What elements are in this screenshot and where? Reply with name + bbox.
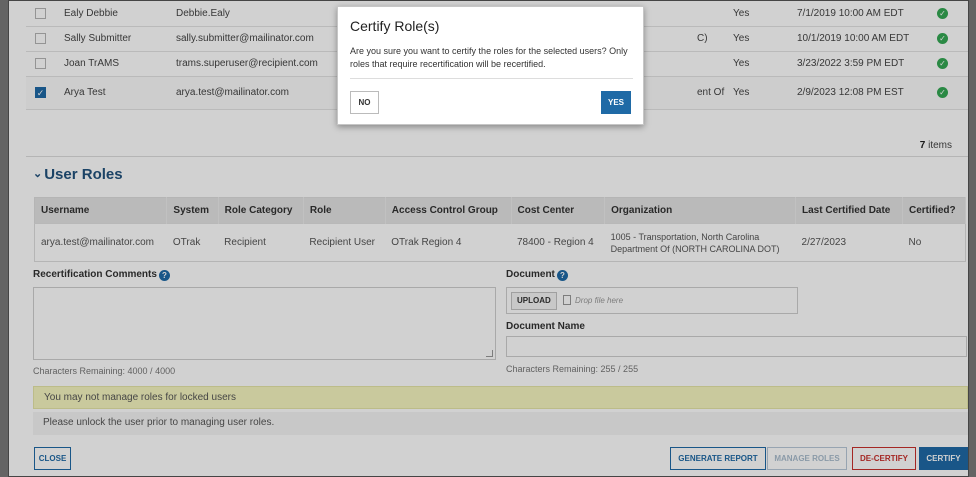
comments-label: Recertification Comments? xyxy=(33,269,170,281)
org-line-1: 1005 - Transportation, North Carolina xyxy=(610,231,760,242)
modal-no-button[interactable]: NO xyxy=(350,91,379,114)
comments-label-text: Recertification Comments xyxy=(33,269,157,280)
cell-username: Debbie.Ealy xyxy=(176,1,360,27)
cell-icon: ✓ xyxy=(933,1,968,27)
cell-username: arya.test@mailinator.com xyxy=(34,223,167,262)
column-header[interactable]: Role xyxy=(303,197,386,224)
cell-name: Joan TrAMS xyxy=(64,51,176,77)
document-label-text: Document xyxy=(506,269,555,280)
document-label: Document? xyxy=(506,269,568,281)
cell-active: Yes xyxy=(733,26,797,52)
cell-role-category: Recipient xyxy=(218,223,304,262)
document-name-label: Document Name xyxy=(506,321,585,332)
drop-hint: Drop file here xyxy=(563,295,623,305)
cell-organization-partial xyxy=(697,51,733,77)
cell-organization: 1005 - Transportation, North Carolina Dep… xyxy=(604,223,796,262)
cell-last-login: 2/9/2023 12:08 PM EST xyxy=(797,76,933,110)
row-checkbox[interactable] xyxy=(35,57,46,69)
document-name-input[interactable] xyxy=(506,336,967,357)
check-circle-icon: ✓ xyxy=(937,58,948,69)
cell-last-login: 7/1/2019 10:00 AM EDT xyxy=(797,1,933,27)
cell-role: Recipient User xyxy=(303,223,386,262)
file-icon xyxy=(563,295,571,305)
locked-user-note: Please unlock the user prior to managing… xyxy=(33,412,968,435)
cell-system: OTrak xyxy=(166,223,219,262)
check-circle-icon: ✓ xyxy=(937,86,948,98)
cell-name: Sally Submitter xyxy=(64,26,176,52)
org-line-2: Department Of (NORTH CAROLINA DOT) xyxy=(610,243,780,254)
modal-yes-button[interactable]: YES xyxy=(601,91,631,114)
cell-name: Ealy Debbie xyxy=(64,1,176,27)
cell-access-control-group: OTrak Region 4 xyxy=(385,223,511,262)
cell-cost-center: 78400 - Region 4 xyxy=(511,223,605,262)
certify-roles-modal: Certify Role(s) Are you sure you want to… xyxy=(337,6,644,125)
items-count: 7 items xyxy=(26,131,968,157)
column-header[interactable]: Certified? xyxy=(902,197,967,224)
decertify-button[interactable]: DE-CERTIFY xyxy=(852,447,916,470)
modal-divider xyxy=(350,78,633,79)
close-button[interactable]: CLOSE xyxy=(34,447,71,470)
modal-title: Certify Role(s) xyxy=(350,18,440,34)
cell-username: trams.superuser@recipient.com xyxy=(176,51,360,77)
chevron-down-icon: ⌄ xyxy=(33,168,43,180)
row-checkbox[interactable]: ✓ xyxy=(35,86,46,98)
row-checkbox[interactable] xyxy=(35,32,46,44)
cell-icon: ✓ xyxy=(933,26,968,52)
cell-active: Yes xyxy=(733,76,797,110)
check-circle-icon: ✓ xyxy=(937,33,948,44)
drop-hint-text: Drop file here xyxy=(575,296,624,305)
cell-last-login: 10/1/2019 10:00 AM EDT xyxy=(797,26,933,52)
help-icon[interactable]: ? xyxy=(158,270,170,281)
manage-roles-button[interactable]: MANAGE ROLES xyxy=(767,447,847,470)
locked-user-warning: You may not manage roles for locked user… xyxy=(33,386,968,409)
comments-textarea[interactable] xyxy=(33,287,496,360)
cell-icon xyxy=(26,26,64,52)
items-count-suffix: items xyxy=(925,140,952,151)
row-checkbox[interactable] xyxy=(35,7,46,19)
user-roles-table: Username System Role Category Role Access Co… xyxy=(34,197,967,262)
column-header[interactable]: Access Control Group xyxy=(385,197,512,224)
cell-last-login: 3/23/2022 3:59 PM EDT xyxy=(797,51,933,77)
cell-icon xyxy=(26,1,64,27)
cell-icon: ✓ xyxy=(933,51,968,77)
document-dropzone[interactable]: UPLOAD Drop file here xyxy=(506,287,798,314)
comments-remaining: Characters Remaining: 4000 / 4000 xyxy=(33,366,176,376)
cell-username: arya.test@mailinator.com xyxy=(176,76,360,110)
column-header[interactable]: Username xyxy=(34,197,168,224)
help-icon[interactable]: ? xyxy=(556,270,568,281)
column-header[interactable]: System xyxy=(166,197,219,224)
cell-certified: No xyxy=(902,223,966,262)
modal-message: Are you sure you want to certify the rol… xyxy=(350,46,628,69)
cell-icon: ✓ xyxy=(26,76,64,110)
certify-button[interactable]: CERTIFY xyxy=(919,447,968,470)
column-header[interactable]: Role Category xyxy=(218,197,304,224)
cell-icon xyxy=(26,51,64,77)
user-roles-title: User Roles xyxy=(44,166,123,183)
cell-organization-partial: C) xyxy=(697,26,733,52)
cell-icon: ✓ xyxy=(933,76,968,110)
cell-organization-partial xyxy=(697,1,733,27)
column-header[interactable]: Cost Center xyxy=(511,197,606,224)
cell-active: Yes xyxy=(733,51,797,77)
generate-report-button[interactable]: GENERATE REPORT xyxy=(670,447,766,470)
check-circle-icon: ✓ xyxy=(937,7,948,19)
user-roles-section-toggle[interactable]: ⌄ User Roles xyxy=(33,166,123,183)
document-name-remaining: Characters Remaining: 255 / 255 xyxy=(506,364,639,374)
column-header[interactable]: Last Certified Date xyxy=(795,197,903,224)
upload-button[interactable]: UPLOAD xyxy=(511,292,557,310)
cell-username: sally.submitter@mailinator.com xyxy=(176,26,360,52)
cell-active: Yes xyxy=(733,1,797,27)
column-header[interactable]: Organization xyxy=(604,197,797,224)
table-row: arya.test@mailinator.com OTrak Recipient… xyxy=(34,223,966,262)
cell-organization-partial: ent Of xyxy=(697,76,733,110)
cell-last-certified: 2/27/2023 xyxy=(795,223,903,262)
cell-name: Arya Test xyxy=(64,76,176,110)
